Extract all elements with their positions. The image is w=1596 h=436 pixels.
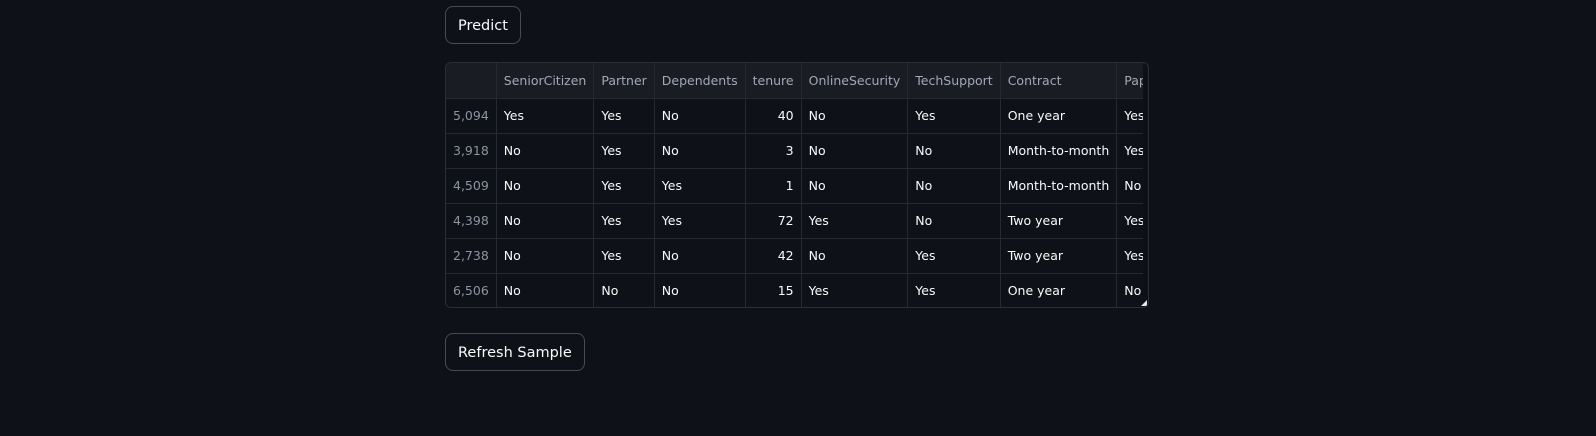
column-header-techsupport[interactable]: TechSupport — [907, 63, 1001, 99]
cell-techsupport[interactable]: No — [907, 168, 1001, 204]
cell-seniorcitizen[interactable]: Yes — [496, 98, 595, 134]
cell-seniorcitizen[interactable]: No — [496, 238, 595, 274]
cell-paper[interactable]: Yes — [1116, 133, 1143, 169]
cell-seniorcitizen[interactable]: No — [496, 133, 595, 169]
cell-tenure[interactable]: 42 — [745, 238, 802, 274]
cell-onlinesecurity[interactable]: Yes — [801, 273, 909, 307]
cell-tenure[interactable]: 3 — [745, 133, 802, 169]
column-header-dependents[interactable]: Dependents — [654, 63, 746, 99]
cell-partner[interactable]: Yes — [593, 168, 655, 204]
cell-contract[interactable]: One year — [1000, 273, 1118, 307]
cell-paper[interactable]: Yes — [1116, 98, 1143, 134]
dataframe-scroll-area[interactable]: SeniorCitizen Partner Dependents tenure … — [446, 63, 1143, 307]
cell-contract[interactable]: Two year — [1000, 203, 1118, 239]
cell-tenure[interactable]: 15 — [745, 273, 802, 307]
cell-dependents[interactable]: No — [654, 273, 746, 307]
cell-seniorcitizen[interactable]: No — [496, 273, 595, 307]
cell-tenure[interactable]: 40 — [745, 98, 802, 134]
cell-paper[interactable]: No — [1116, 273, 1143, 307]
column-header-onlinesecurity[interactable]: OnlineSecurity — [801, 63, 909, 99]
cell-tenure[interactable]: 72 — [745, 203, 802, 239]
cell-partner[interactable]: Yes — [593, 133, 655, 169]
cell-techsupport[interactable]: No — [907, 133, 1001, 169]
cell-techsupport[interactable]: Yes — [907, 273, 1001, 307]
table-row: 2,738 No Yes No 42 No Yes Two year Yes — [446, 238, 1143, 274]
row-index[interactable]: 5,094 — [446, 98, 497, 134]
cell-contract[interactable]: Two year — [1000, 238, 1118, 274]
cell-onlinesecurity[interactable]: No — [801, 238, 909, 274]
row-index[interactable]: 4,509 — [446, 168, 497, 204]
cell-paper[interactable]: Yes — [1116, 238, 1143, 274]
cell-paper[interactable]: No — [1116, 168, 1143, 204]
column-header-paper[interactable]: Paper — [1116, 63, 1143, 99]
table-row: 4,398 No Yes Yes 72 Yes No Two year Yes — [446, 203, 1143, 239]
cell-onlinesecurity[interactable]: No — [801, 98, 909, 134]
cell-partner[interactable]: Yes — [593, 203, 655, 239]
column-header-index[interactable] — [446, 63, 497, 99]
column-header-partner[interactable]: Partner — [593, 63, 655, 99]
cell-onlinesecurity[interactable]: No — [801, 168, 909, 204]
row-index[interactable]: 2,738 — [446, 238, 497, 274]
column-header-contract[interactable]: Contract — [1000, 63, 1118, 99]
cell-partner[interactable]: Yes — [593, 98, 655, 134]
data-table: SeniorCitizen Partner Dependents tenure … — [446, 63, 1143, 307]
cell-partner[interactable]: Yes — [593, 238, 655, 274]
column-header-seniorcitizen[interactable]: SeniorCitizen — [496, 63, 595, 99]
cell-partner[interactable]: No — [593, 273, 655, 307]
cell-dependents[interactable]: No — [654, 98, 746, 134]
refresh-sample-button[interactable]: Refresh Sample — [445, 333, 585, 371]
predict-button[interactable]: Predict — [445, 6, 521, 44]
row-index[interactable]: 3,918 — [446, 133, 497, 169]
cell-contract[interactable]: Month-to-month — [1000, 168, 1118, 204]
cell-dependents[interactable]: No — [654, 133, 746, 169]
table-row: 6,506 No No No 15 Yes Yes One year No — [446, 273, 1143, 307]
table-row: 5,094 Yes Yes No 40 No Yes One year Yes — [446, 98, 1143, 134]
cell-paper[interactable]: Yes — [1116, 203, 1143, 239]
table-row: 3,918 No Yes No 3 No No Month-to-month Y… — [446, 133, 1143, 169]
cell-techsupport[interactable]: Yes — [907, 238, 1001, 274]
cell-onlinesecurity[interactable]: No — [801, 133, 909, 169]
dataframe-grid[interactable]: SeniorCitizen Partner Dependents tenure … — [445, 62, 1149, 308]
column-header-tenure[interactable]: tenure — [745, 63, 802, 99]
cell-onlinesecurity[interactable]: Yes — [801, 203, 909, 239]
row-index[interactable]: 6,506 — [446, 273, 497, 307]
cell-contract[interactable]: One year — [1000, 98, 1118, 134]
table-header-row: SeniorCitizen Partner Dependents tenure … — [446, 63, 1143, 99]
row-index[interactable]: 4,398 — [446, 203, 497, 239]
table-row: 4,509 No Yes Yes 1 No No Month-to-month … — [446, 168, 1143, 204]
cell-dependents[interactable]: Yes — [654, 203, 746, 239]
cell-contract[interactable]: Month-to-month — [1000, 133, 1118, 169]
cell-dependents[interactable]: No — [654, 238, 746, 274]
cell-techsupport[interactable]: Yes — [907, 98, 1001, 134]
cell-seniorcitizen[interactable]: No — [496, 168, 595, 204]
resize-handle-icon[interactable] — [1141, 300, 1147, 306]
cell-seniorcitizen[interactable]: No — [496, 203, 595, 239]
cell-tenure[interactable]: 1 — [745, 168, 802, 204]
cell-techsupport[interactable]: No — [907, 203, 1001, 239]
cell-dependents[interactable]: Yes — [654, 168, 746, 204]
